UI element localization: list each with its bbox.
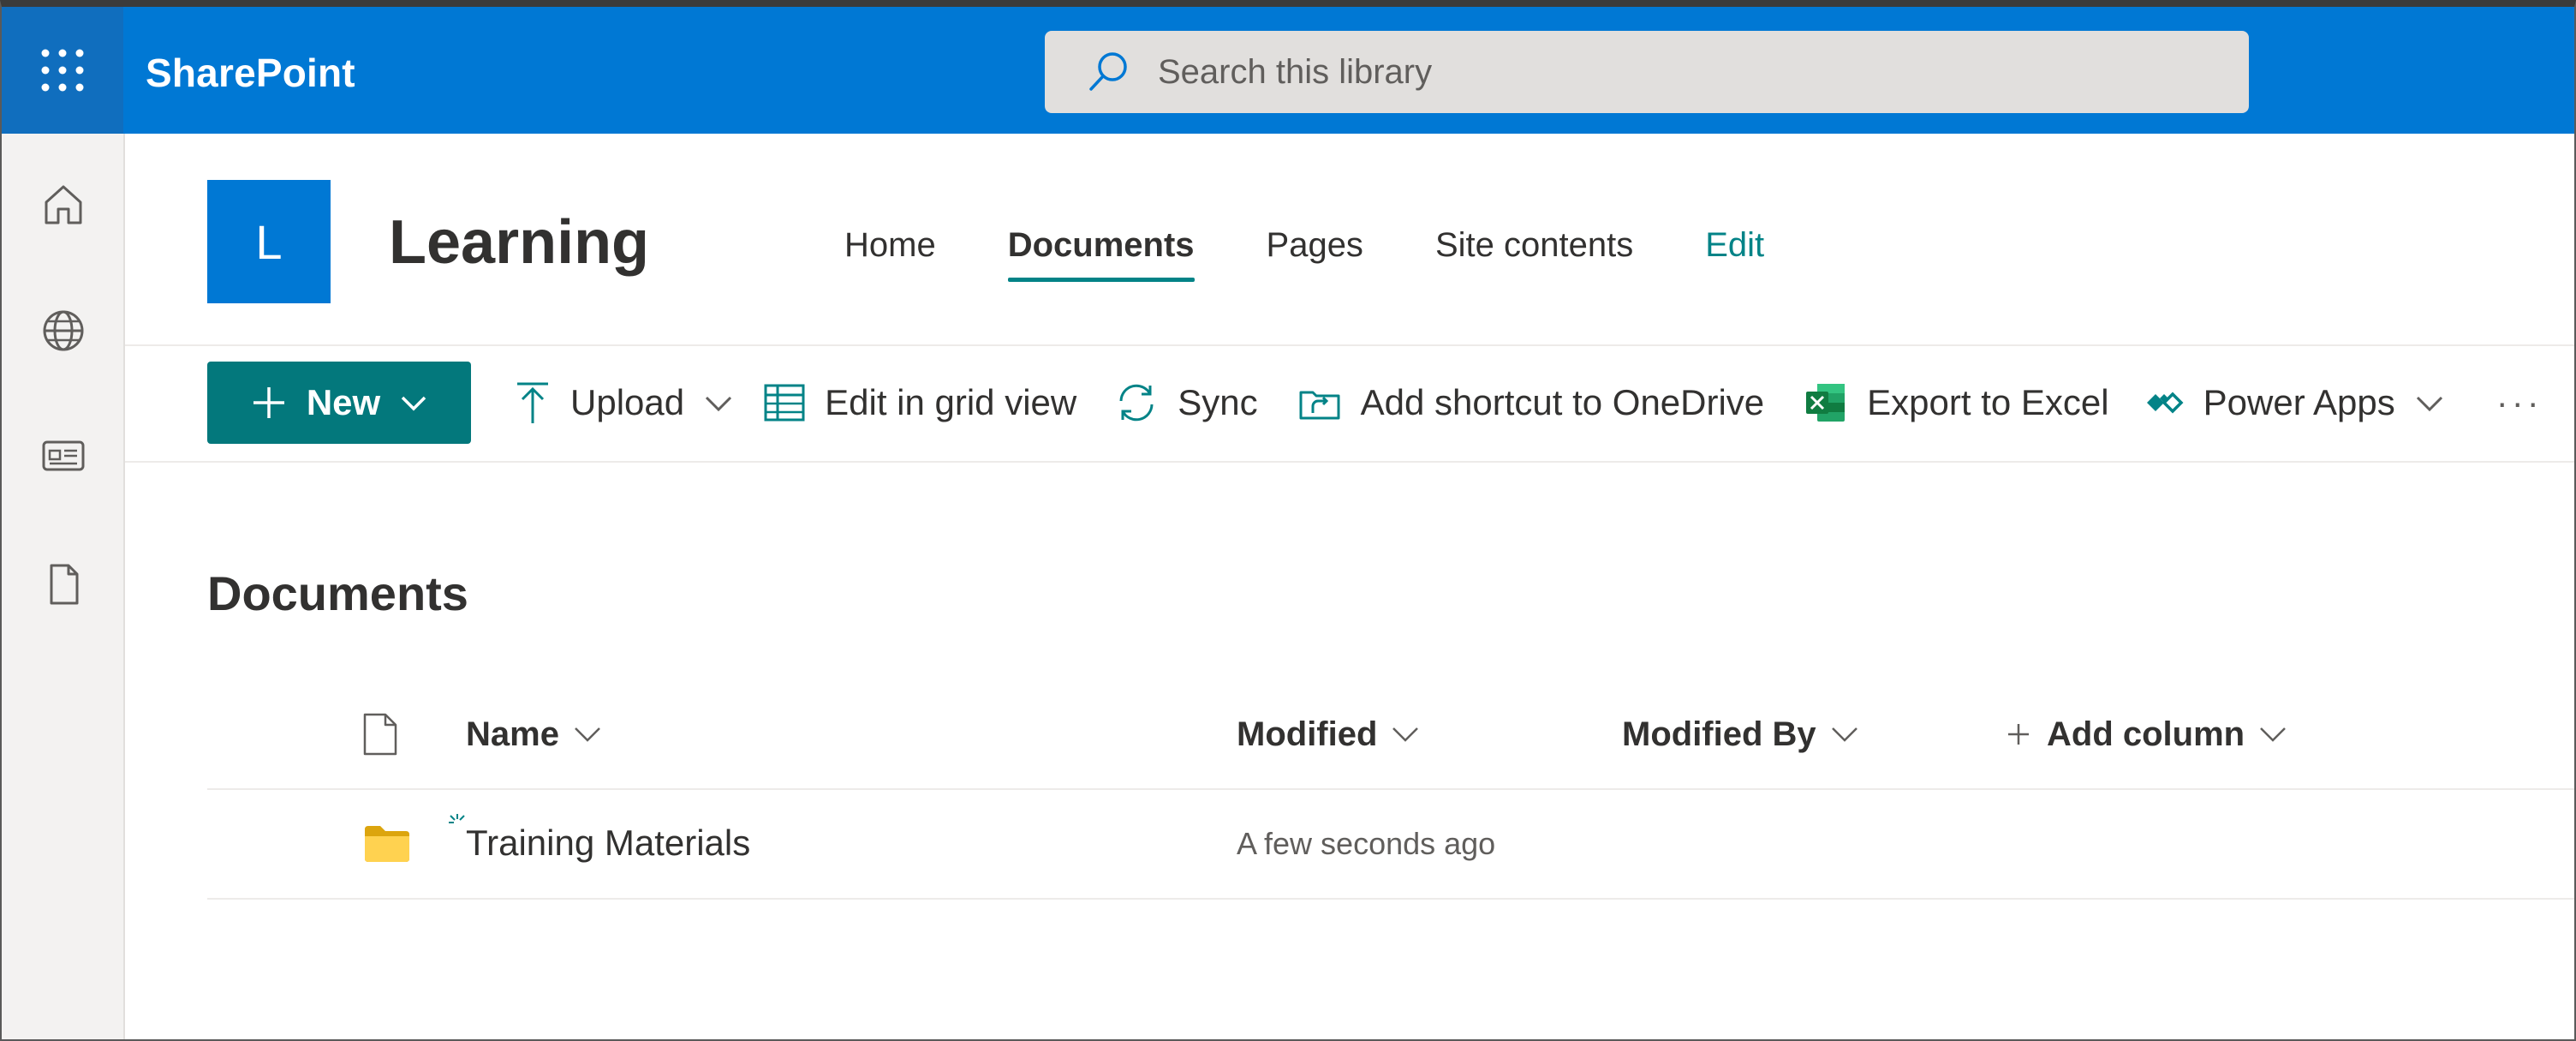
export-excel-label: Export to Excel bbox=[1867, 382, 2109, 422]
nav-edit-link[interactable]: Edit bbox=[1705, 226, 1764, 265]
power-apps-button[interactable]: Power Apps bbox=[2144, 362, 2445, 444]
search-placeholder[interactable]: Search this library bbox=[1158, 53, 1432, 92]
item-name-link[interactable]: Training Materials bbox=[466, 823, 750, 864]
site-title[interactable]: Learning bbox=[389, 207, 649, 278]
file-type-column-header[interactable] bbox=[361, 704, 399, 764]
site-logo[interactable]: L bbox=[207, 180, 331, 303]
grid-icon bbox=[764, 384, 805, 422]
chevron-down-icon bbox=[706, 396, 732, 412]
chevron-down-icon bbox=[401, 396, 426, 411]
add-shortcut-onedrive-button[interactable]: Add shortcut to OneDrive bbox=[1297, 362, 1765, 444]
item-modified: A few seconds ago bbox=[1237, 826, 1496, 861]
site-navigation: Home Documents Pages Site contents Edit bbox=[844, 226, 1836, 282]
new-button-label: New bbox=[306, 382, 381, 422]
name-column-header[interactable]: Name bbox=[466, 704, 602, 764]
search-box[interactable]: Search this library bbox=[1045, 31, 2249, 113]
sync-button[interactable]: Sync bbox=[1114, 362, 1258, 444]
edit-grid-view-button[interactable]: Edit in grid view bbox=[763, 362, 1076, 444]
command-bar-divider bbox=[125, 461, 2574, 463]
modified-column-header[interactable]: Modified bbox=[1237, 704, 1420, 764]
app-launcher-button[interactable] bbox=[2, 7, 123, 134]
home-icon bbox=[45, 185, 82, 224]
news-icon bbox=[42, 440, 85, 471]
sync-icon bbox=[1119, 384, 1154, 422]
upload-label: Upload bbox=[570, 382, 685, 422]
search-icon bbox=[1089, 52, 1127, 91]
power-apps-icon bbox=[2146, 392, 2184, 414]
plus-icon bbox=[253, 387, 284, 418]
add-column-button[interactable]: Add column bbox=[2006, 704, 2287, 764]
export-excel-button[interactable]: Export to Excel bbox=[1804, 362, 2109, 444]
modified-by-column-label: Modified By bbox=[1622, 715, 1816, 753]
chevron-down-icon bbox=[1392, 727, 1419, 742]
chevron-down-icon bbox=[1831, 727, 1857, 742]
document-icon bbox=[363, 713, 397, 756]
excel-icon bbox=[1806, 384, 1846, 422]
add-shortcut-label: Add shortcut to OneDrive bbox=[1360, 382, 1765, 422]
edit-grid-view-label: Edit in grid view bbox=[825, 382, 1077, 422]
rail-home-button[interactable] bbox=[33, 173, 94, 235]
new-button[interactable]: New bbox=[207, 362, 471, 444]
rail-files-button[interactable] bbox=[33, 553, 94, 615]
nav-site-contents[interactable]: Site contents bbox=[1435, 226, 1633, 265]
new-item-sparkle-icon bbox=[449, 814, 465, 823]
add-column-label: Add column bbox=[2047, 715, 2245, 753]
upload-icon bbox=[517, 382, 548, 423]
left-app-bar bbox=[2, 134, 125, 1039]
shortcut-icon bbox=[1299, 391, 1340, 420]
document-icon bbox=[50, 564, 79, 605]
command-bar: New Upload Edit in grid view Sync Add sh… bbox=[207, 362, 2543, 444]
name-column-label: Name bbox=[466, 715, 559, 753]
sync-label: Sync bbox=[1178, 382, 1258, 422]
nav-documents[interactable]: Documents bbox=[1007, 226, 1195, 282]
more-commands-button[interactable]: ··· bbox=[2496, 362, 2543, 444]
rail-news-button[interactable] bbox=[33, 425, 94, 487]
rail-sites-button[interactable] bbox=[33, 300, 94, 362]
nav-pages[interactable]: Pages bbox=[1267, 226, 1363, 265]
modified-by-column-header[interactable]: Modified By bbox=[1622, 704, 1859, 764]
plus-icon bbox=[2008, 724, 2029, 745]
column-header-row: Name Modified Modified By Add column bbox=[207, 704, 2574, 790]
modified-column-label: Modified bbox=[1237, 715, 1378, 753]
power-apps-label: Power Apps bbox=[2203, 382, 2395, 422]
sharepoint-brand-link[interactable]: SharePoint bbox=[146, 50, 355, 96]
table-row[interactable]: Training Materials A few seconds ago bbox=[207, 790, 2574, 900]
chevron-down-icon bbox=[2260, 727, 2286, 742]
nav-home[interactable]: Home bbox=[844, 226, 936, 265]
upload-button[interactable]: Upload bbox=[514, 362, 734, 444]
header-divider bbox=[125, 344, 2574, 346]
globe-icon bbox=[43, 310, 84, 351]
chevron-down-icon bbox=[2416, 396, 2442, 412]
suite-bar: SharePoint Search this library bbox=[2, 7, 2574, 134]
library-title: Documents bbox=[207, 566, 468, 620]
browser-window: SharePoint Search this library L Learnin… bbox=[0, 0, 2576, 1041]
chevron-down-icon bbox=[575, 727, 600, 742]
waffle-icon bbox=[41, 49, 84, 92]
folder-icon bbox=[365, 826, 409, 862]
